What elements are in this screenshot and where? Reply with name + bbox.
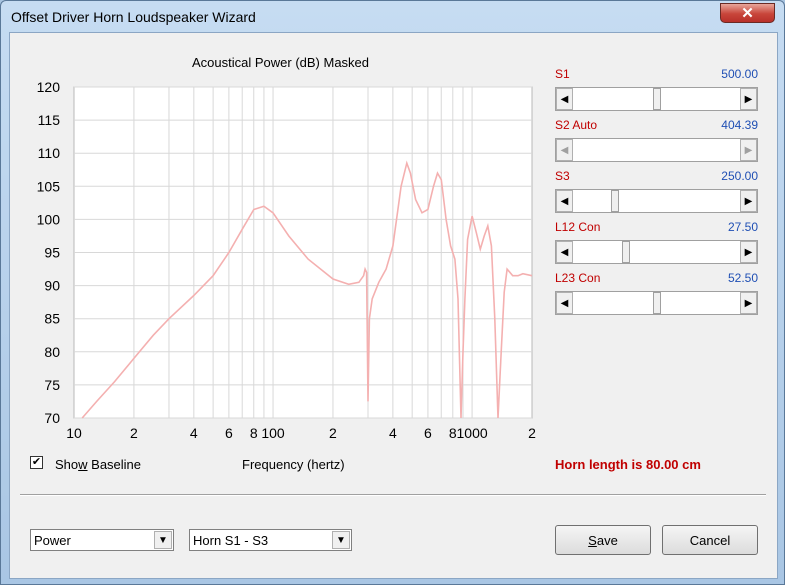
arrow-right-icon[interactable]: ▶: [740, 292, 757, 314]
slider-label: S2 Auto: [555, 118, 598, 132]
y-tick-label: 90: [44, 278, 60, 294]
y-tick-label: 115: [38, 112, 61, 128]
y-tick-label: 95: [44, 245, 60, 261]
y-tick-label: 105: [37, 178, 61, 194]
x-axis-label: Frequency (hertz): [242, 457, 345, 472]
x-tick-label: 10: [66, 425, 82, 441]
horn-dropdown[interactable]: Horn S1 - S3 ▼: [189, 529, 352, 551]
arrow-left-icon[interactable]: ◀: [556, 190, 573, 212]
separator: [20, 494, 766, 496]
x-tick-label: 6: [225, 425, 233, 441]
slider-value: 500.00: [721, 67, 758, 81]
scrollbar-slider[interactable]: ◀ ▶: [555, 87, 758, 111]
slider-value: 27.50: [727, 220, 758, 234]
slider-thumb[interactable]: [652, 292, 661, 314]
y-tick-label: 70: [44, 410, 60, 426]
power-chart: 12011511010510095908580757010 2 4 6 8 100 2 4 6 8…: [37, 79, 536, 441]
arrow-right-icon[interactable]: ▶: [740, 190, 757, 212]
mode-dropdown-value: Power: [34, 533, 71, 548]
y-tick-label: 80: [44, 344, 60, 360]
arrow-left-icon[interactable]: ◀: [556, 88, 573, 110]
slider-thumb[interactable]: [652, 88, 661, 110]
slider-value: 250.00: [721, 169, 758, 183]
x-tick-label: 2: [329, 425, 337, 441]
x-tick-label: 6: [424, 425, 432, 441]
x-tick-label: 4: [190, 425, 198, 441]
slider-label: S1: [555, 67, 570, 81]
scrollbar-slider[interactable]: ◀ ▶: [555, 189, 758, 213]
slider-thumb[interactable]: [622, 241, 631, 263]
y-tick-label: 110: [38, 145, 61, 161]
chevron-down-icon[interactable]: ▼: [332, 531, 350, 549]
window-title: Offset Driver Horn Loudspeaker Wizard: [11, 9, 256, 25]
arrow-right-icon[interactable]: ▶: [740, 139, 757, 161]
y-tick-label: 120: [37, 79, 61, 95]
cancel-button[interactable]: Cancel: [662, 525, 758, 555]
x-tick-label: 2: [528, 425, 536, 441]
arrow-right-icon[interactable]: ▶: [740, 88, 757, 110]
save-button[interactable]: Save: [555, 525, 651, 555]
scrollbar-slider[interactable]: ◀ ▶: [555, 291, 758, 315]
x-tick-label: 2: [130, 425, 138, 441]
show-baseline-checkbox[interactable]: ✔: [30, 456, 43, 469]
chevron-down-icon[interactable]: ▼: [154, 531, 172, 549]
close-button[interactable]: ✕: [720, 3, 775, 23]
slider-value: 404.39: [721, 118, 758, 132]
arrow-left-icon[interactable]: ◀: [556, 139, 573, 161]
y-tick-label: 75: [44, 377, 60, 393]
horn-dropdown-value: Horn S1 - S3: [193, 533, 269, 548]
x-tick-label: 1000: [457, 425, 488, 441]
scrollbar-slider[interactable]: ◀ ▶: [555, 138, 758, 162]
arrow-right-icon[interactable]: ▶: [740, 241, 757, 263]
x-tick-label: 8: [250, 425, 258, 441]
dialog-client: Acoustical Power (dB) Masked 120 115 110 10…: [9, 32, 778, 579]
scrollbar-slider[interactable]: ◀ ▶: [555, 240, 758, 264]
y-tick-label: 85: [44, 311, 60, 327]
slider-label: S3: [555, 169, 570, 183]
arrow-left-icon[interactable]: ◀: [556, 292, 573, 314]
slider-value: 52.50: [727, 271, 758, 285]
x-tick-label: 100: [261, 425, 285, 441]
mode-dropdown[interactable]: Power ▼: [30, 529, 174, 551]
y-tick-label: 100: [37, 211, 61, 227]
wizard-window: Offset Driver Horn Loudspeaker Wizard ✕ …: [0, 0, 785, 585]
horn-length-text: Horn length is 80.00 cm: [555, 457, 701, 472]
arrow-left-icon[interactable]: ◀: [556, 241, 573, 263]
slider-thumb[interactable]: [611, 190, 620, 212]
show-baseline-label[interactable]: Show Baseline: [55, 457, 141, 472]
slider-label: L12 Con: [555, 220, 601, 234]
x-tick-label: 4: [389, 425, 397, 441]
slider-label: L23 Con: [555, 271, 601, 285]
